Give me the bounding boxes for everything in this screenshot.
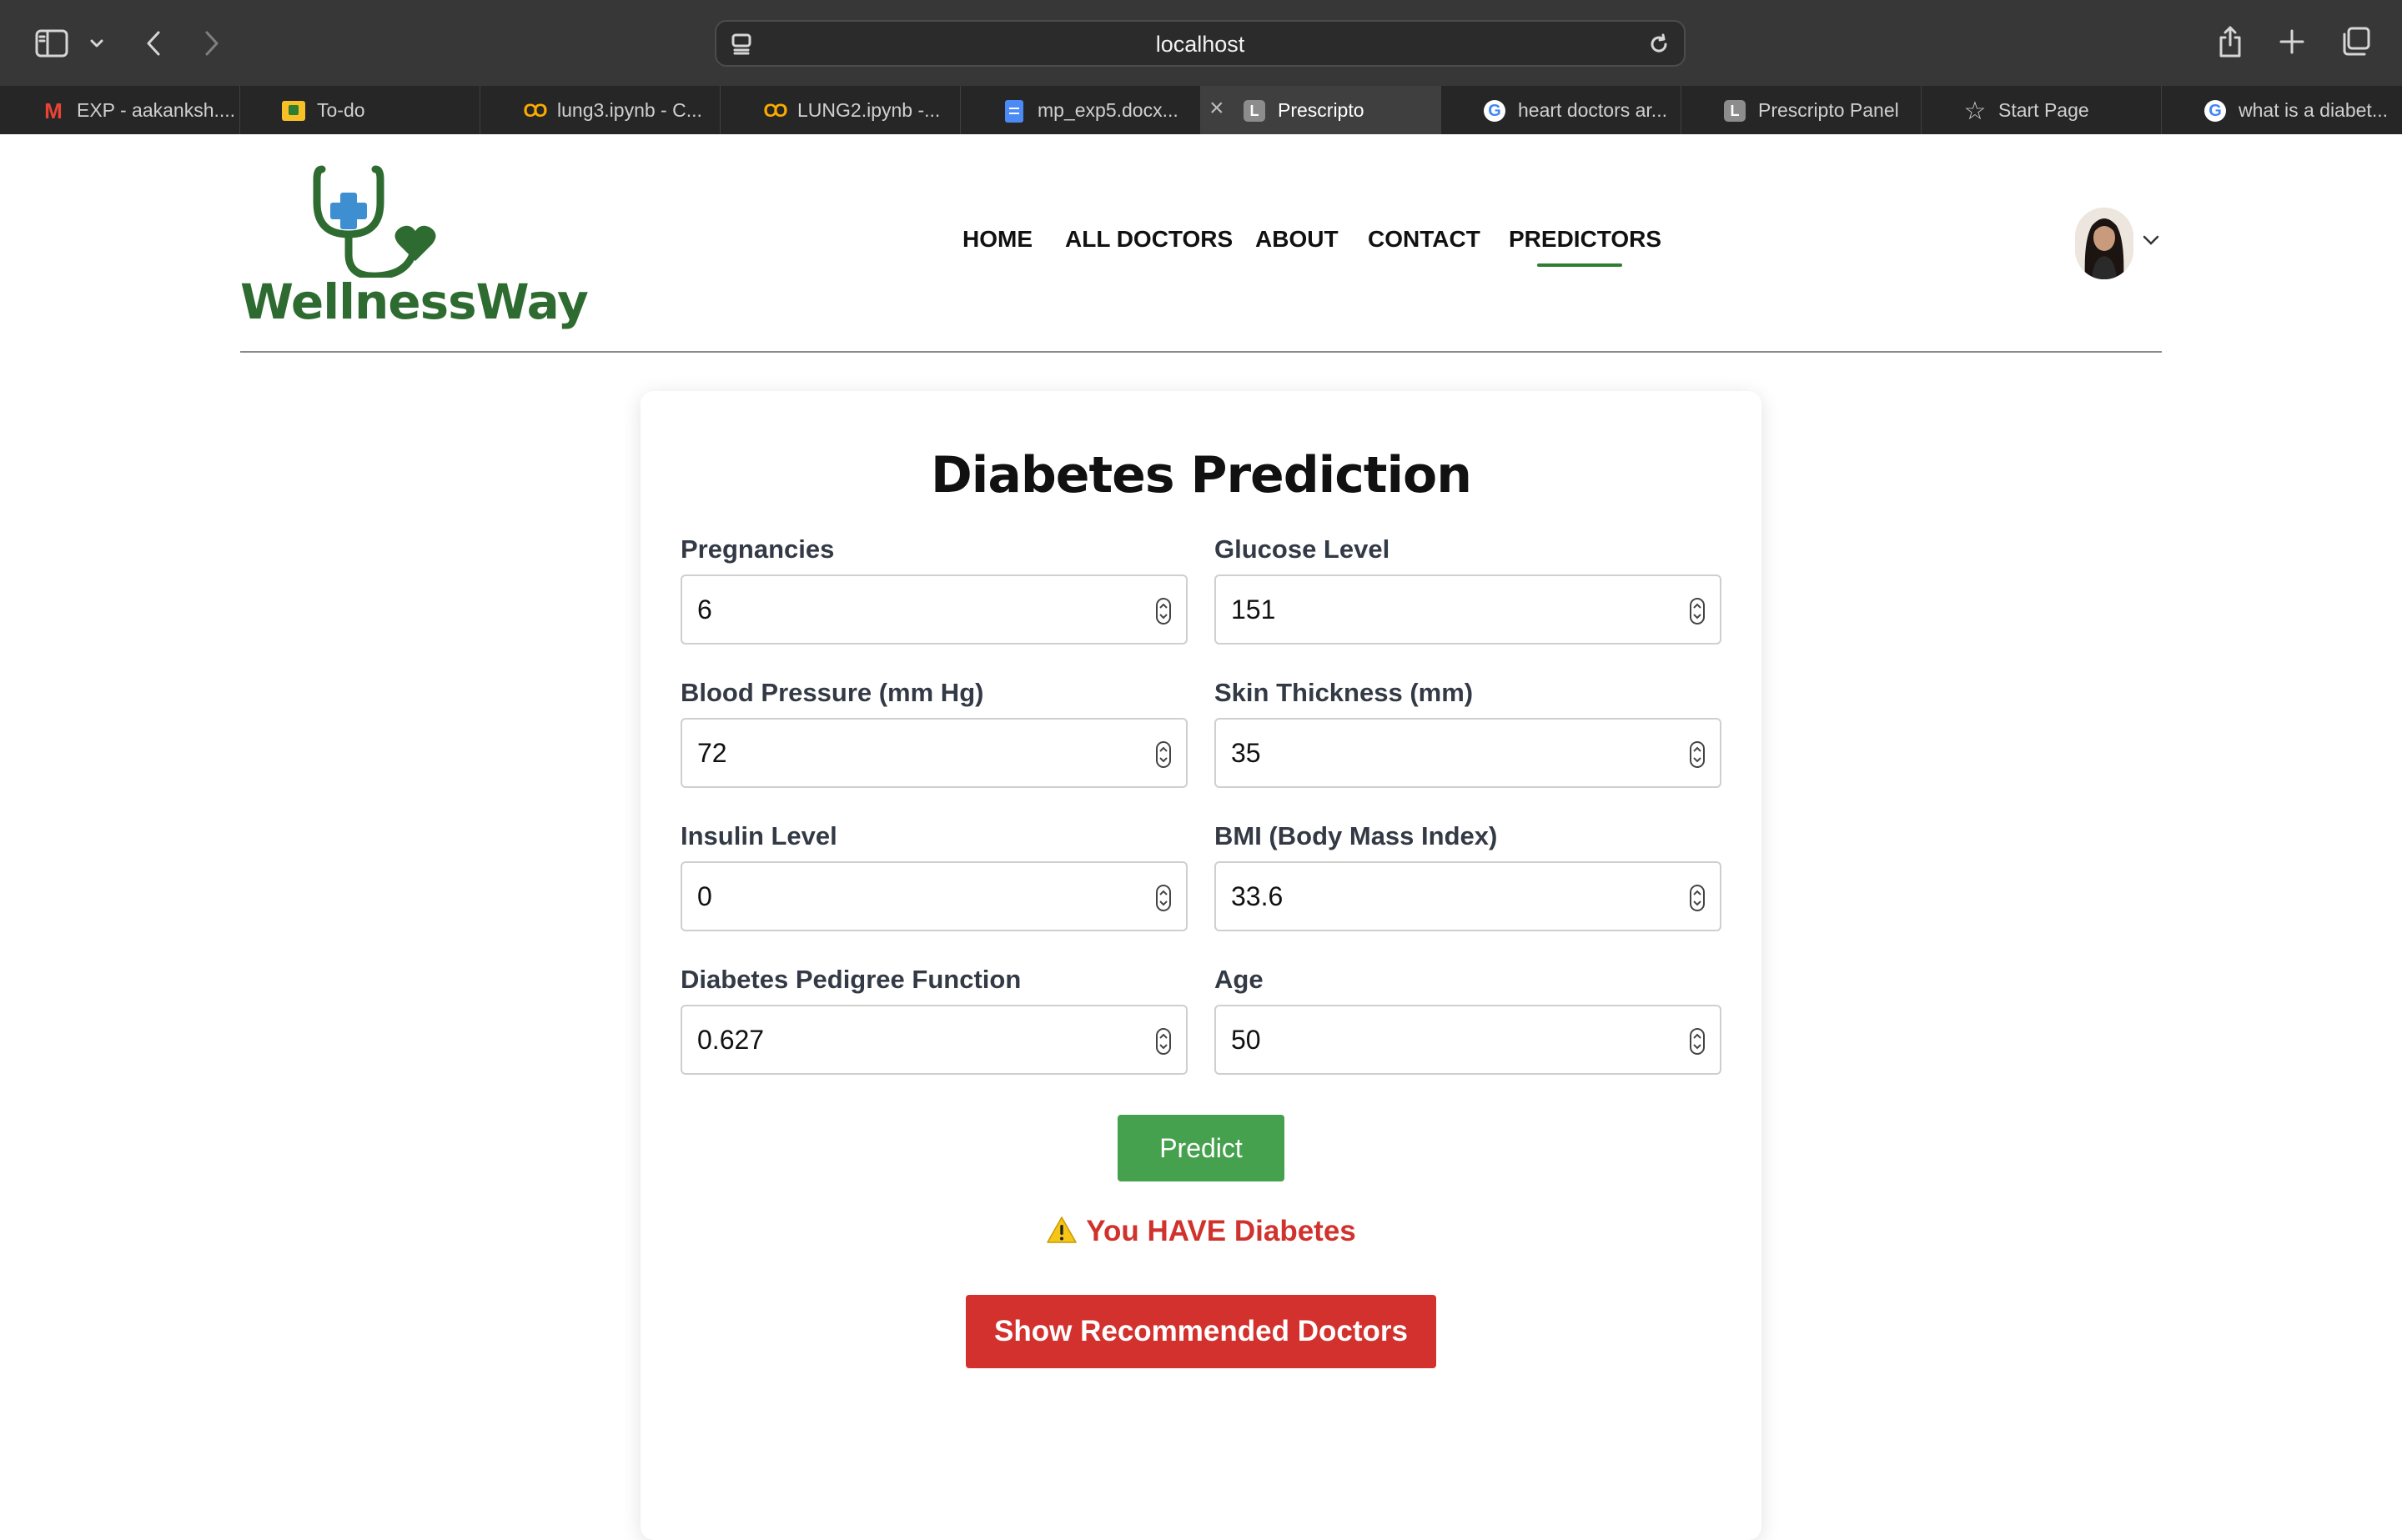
page-title: Diabetes Prediction [930,446,1472,504]
age-input[interactable]: 50 [1214,1005,1721,1075]
header-divider [240,351,2162,353]
stepper-icon[interactable] [1690,885,1705,915]
tab-mp-exp5[interactable]: mp_exp5.docx... [961,86,1201,134]
stethoscope-logo-icon [313,165,436,280]
nav-contact[interactable]: CONTACT [1368,226,1480,253]
close-icon[interactable]: × [1209,94,1224,123]
reload-icon[interactable] [1644,30,1674,58]
letter-l-icon: L [1723,100,1746,122]
nav-home[interactable]: HOME [962,226,1033,253]
result-text: You HAVE Diabetes [1086,1215,1356,1247]
tab-prescripto-panel[interactable]: L Prescripto Panel [1681,86,1922,134]
google-icon: G [1483,100,1506,122]
page: WellnessWay HOME ALL DOCTORS ABOUT CONTA… [0,134,2402,1540]
tab-label: LUNG2.ipynb -... [797,99,941,121]
tab-label: EXP - aakanksh.... [77,99,236,121]
skin-thickness-value[interactable]: 35 [1231,738,1261,769]
tab-label: what is a diabet... [2239,99,2388,121]
stepper-icon[interactable] [1690,598,1705,629]
url-text[interactable]: localhost [716,32,1684,58]
blood-pressure-value[interactable]: 72 [697,738,727,769]
pregnancies-input[interactable]: 6 [681,574,1188,645]
browser-toolbar: localhost [0,0,2402,87]
tab-label: Start Page [1998,99,2089,121]
active-nav-indicator [1537,263,1622,267]
bmi-value[interactable]: 33.6 [1231,881,1283,912]
tab-lung2[interactable]: CO LUNG2.ipynb -... [721,86,961,134]
back-icon[interactable] [140,25,167,62]
insulin-label: Insulin Level [681,821,837,850]
tab-label: heart doctors ar... [1518,99,1667,121]
stepper-icon[interactable] [1156,885,1171,915]
show-recommended-doctors-button[interactable]: Show Recommended Doctors [966,1295,1436,1368]
colab-icon: CO [523,100,548,121]
sidebar-toggle-icon[interactable] [33,27,70,60]
insulin-value[interactable]: 0 [697,881,712,912]
tab-label: lung3.ipynb - C... [557,99,702,121]
chevron-down-icon[interactable] [2142,234,2160,250]
tab-label: mp_exp5.docx... [1038,99,1178,121]
tab-overview-icon[interactable] [2337,23,2374,60]
stepper-icon[interactable] [1156,741,1171,772]
forward-icon[interactable] [198,25,225,62]
docs-icon [1003,99,1026,123]
pedigree-value[interactable]: 0.627 [697,1025,764,1056]
chevron-down-icon[interactable] [87,32,107,55]
logo-text: WellnessWay [240,273,589,330]
bmi-input[interactable]: 33.6 [1214,861,1721,931]
tab-label: Prescripto Panel [1758,99,1899,121]
google-icon: G [2204,100,2227,122]
tab-letter: L [1244,100,1265,122]
warning-icon [1046,1216,1078,1252]
skin-thickness-label: Skin Thickness (mm) [1214,678,1474,707]
tab-label: To-do [317,99,365,121]
tab-what-is-diabetes[interactable]: G what is a diabet... [2162,86,2402,134]
prediction-result: You HAVE Diabetes [641,1215,1761,1252]
stepper-icon[interactable] [1156,1028,1171,1059]
glucose-value[interactable]: 151 [1231,594,1275,625]
pregnancies-value[interactable]: 6 [697,594,712,625]
new-tab-icon[interactable] [2275,25,2309,58]
glucose-label: Glucose Level [1214,534,1390,564]
todo-icon [282,100,305,122]
nav-about[interactable]: ABOUT [1255,226,1339,253]
skin-thickness-input[interactable]: 35 [1214,718,1721,788]
pedigree-input[interactable]: 0.627 [681,1005,1188,1075]
tab-bar: M EXP - aakanksh.... To-do CO lung3.ipyn… [0,86,2402,135]
pedigree-label: Diabetes Pedigree Function [681,965,1022,994]
tab-letter: L [1724,100,1746,122]
tab-start-page[interactable]: ☆ Start Page [1922,86,2162,134]
gmail-icon: M [44,98,63,123]
star-icon: ☆ [1963,97,1987,125]
tab-gmail[interactable]: M EXP - aakanksh.... [0,86,240,134]
diabetes-prediction-card: Diabetes Prediction Pregnancies 6 Glucos… [641,391,1761,1540]
tab-label: Prescripto [1278,99,1364,121]
bmi-label: BMI (Body Mass Index) [1214,821,1498,850]
predict-button[interactable]: Predict [1118,1115,1284,1181]
blood-pressure-input[interactable]: 72 [681,718,1188,788]
stepper-icon[interactable] [1690,1028,1705,1059]
avatar[interactable] [2075,208,2133,279]
age-label: Age [1214,965,1264,994]
tab-heart-doctors[interactable]: G heart doctors ar... [1441,86,1681,134]
letter-l-icon: L [1243,100,1266,122]
nav-all-doctors[interactable]: ALL DOCTORS [1065,226,1233,253]
colab-icon: CO [763,100,788,121]
glucose-input[interactable]: 151 [1214,574,1721,645]
main-nav: HOME ALL DOCTORS ABOUT CONTACT PREDICTOR… [0,226,2402,259]
pregnancies-label: Pregnancies [681,534,835,564]
tab-lung3[interactable]: CO lung3.ipynb - C... [480,86,721,134]
insulin-input[interactable]: 0 [681,861,1188,931]
nav-predictors[interactable]: PREDICTORS [1509,226,1661,253]
address-bar[interactable]: localhost [715,20,1686,67]
tab-prescripto[interactable]: × L Prescripto [1201,86,1441,134]
stepper-icon[interactable] [1156,598,1171,629]
stepper-icon[interactable] [1690,741,1705,772]
share-icon[interactable] [2215,23,2245,60]
age-value[interactable]: 50 [1231,1025,1261,1056]
tab-todo[interactable]: To-do [240,86,480,134]
blood-pressure-label: Blood Pressure (mm Hg) [681,678,984,707]
